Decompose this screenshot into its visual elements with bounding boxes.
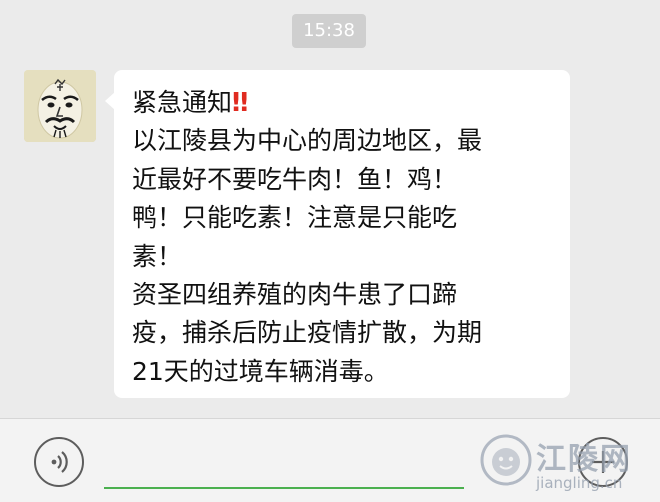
double-exclamation-icon: ‼ <box>232 88 249 118</box>
voice-button[interactable] <box>34 437 84 487</box>
plus-icon <box>592 451 614 473</box>
chat-area: 15:38 紧急通知‼ 以江陵县为中心的周边地区，最 近最好不要吃牛肉！鱼！鸡！… <box>0 0 660 418</box>
avatar-face-icon <box>24 70 96 142</box>
bubble-tail <box>105 92 115 110</box>
message-line: 近最好不要吃牛肉！鱼！鸡！ <box>132 164 458 194</box>
input-bar <box>0 418 660 502</box>
message-input[interactable] <box>104 487 464 489</box>
message-timestamp: 15:38 <box>292 14 366 48</box>
message-line: 以江陵县为中心的周边地区，最 <box>132 126 483 156</box>
sender-avatar[interactable] <box>24 70 96 142</box>
message-line-title: 紧急通知‼ <box>132 84 556 122</box>
message-line: 鸭！只能吃素！注意是只能吃 <box>132 203 458 233</box>
voice-icon <box>51 451 68 473</box>
message-line: 资圣四组养殖的肉牛患了口蹄 <box>132 280 458 310</box>
more-options-button[interactable] <box>578 437 628 487</box>
message-line: 21天的过境车辆消毒。 <box>132 356 389 386</box>
message-title: 紧急通知 <box>132 88 233 117</box>
message-bubble[interactable]: 紧急通知‼ 以江陵县为中心的周边地区，最 近最好不要吃牛肉！鱼！鸡！ 鸭！只能吃… <box>105 70 570 398</box>
message-line: 疫，捕杀后防止疫情扩散，为期 <box>132 318 483 348</box>
message-line: 素！ <box>132 241 183 271</box>
